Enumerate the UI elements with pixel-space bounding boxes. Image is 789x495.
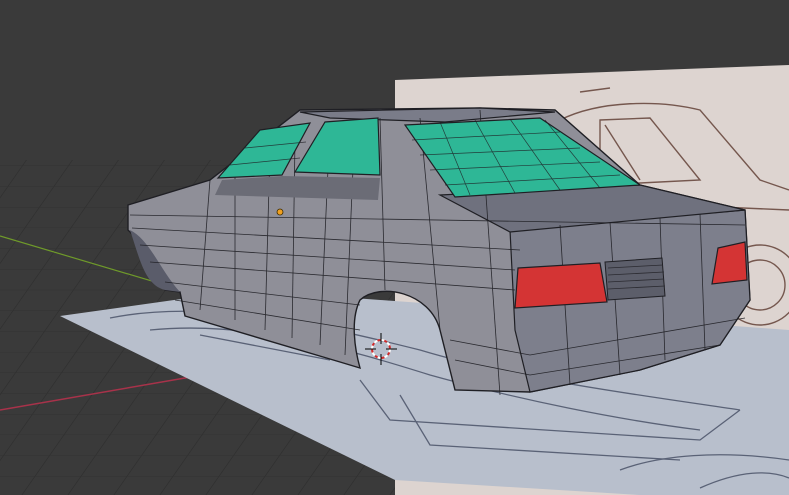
scene-canvas[interactable]: [0, 0, 789, 495]
object-origin-point[interactable]: [276, 208, 284, 216]
3d-viewport[interactable]: [0, 0, 789, 495]
